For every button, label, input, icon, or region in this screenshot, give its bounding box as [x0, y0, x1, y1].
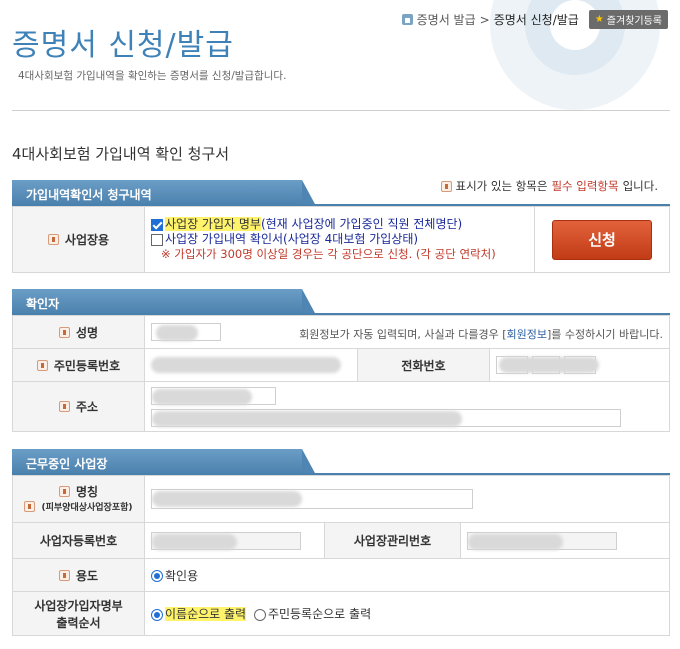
- biz-mgmt-input[interactable]: [467, 531, 617, 550]
- rrn-cell: [144, 348, 358, 382]
- zipcode-input[interactable]: [151, 386, 276, 405]
- confirmer-table: 성명 회원정보가 자동 입력되며, 사실과 다를경우 [회원정보]를 수정하시기…: [12, 315, 670, 432]
- name-cell: 회원정보가 자동 입력되며, 사실과 다를경우 [회원정보]를 수정하시기 바랍…: [144, 315, 670, 349]
- rrn-input[interactable]: [151, 356, 351, 374]
- divider: [12, 110, 670, 111]
- breadcrumb: 증명서 발급 > 증명서 신청/발급 ★ 즐겨찾기등록: [401, 10, 668, 29]
- breadcrumb-parent[interactable]: 증명서 발급: [417, 11, 476, 28]
- biz-reg-cell: [144, 522, 325, 559]
- order-cell: 이름순으로 출력 주민등록순으로 출력: [144, 591, 670, 636]
- row-label-name: 성명: [12, 315, 145, 349]
- required-icon: [58, 326, 70, 338]
- required-icon: [36, 359, 48, 371]
- biz-reg-input[interactable]: [151, 531, 301, 550]
- row-label-rrn: 주민등록번호: [12, 348, 145, 382]
- biz-reg-label: 사업자등록번호: [12, 522, 145, 559]
- order-rrn-radio[interactable]: [253, 608, 266, 621]
- workplace-table: 명칭 (피부양대상사업장포함) 사업자등록번호 사업장관리번호 용도 확인용 사…: [12, 475, 670, 636]
- rrn-label: 주민등록번호: [53, 358, 121, 373]
- address-input[interactable]: [151, 408, 621, 427]
- enrollment-confirm-checkbox[interactable]: [151, 233, 163, 246]
- row-label-business-use: 사업장용: [12, 206, 145, 273]
- required-icon: [24, 501, 36, 512]
- purpose-label: 용도: [75, 568, 99, 583]
- name-note-pre: 회원정보가 자동 입력되며, 사실과 다를경우 [: [299, 327, 507, 341]
- name-note: 회원정보가 자동 입력되며, 사실과 다를경우 [회원정보]를 수정하시기 바랍…: [299, 326, 663, 342]
- biz-name-cell: [144, 475, 670, 523]
- breadcrumb-separator: >: [479, 12, 490, 27]
- apply-button[interactable]: 신청: [552, 219, 652, 260]
- section-tab-confirmer: 확인자: [12, 289, 316, 315]
- purpose-option-label: 확인용: [165, 568, 199, 583]
- star-icon: ★: [594, 14, 604, 25]
- favorite-button[interactable]: ★ 즐겨찾기등록: [588, 10, 668, 29]
- phone-cell: [489, 348, 670, 382]
- enrollment-confirm-label: 사업장 가입내역 확인서(사업장 4대보험 가입상태): [165, 232, 419, 246]
- required-icon: [440, 180, 452, 192]
- order-label-line1: 사업장가입자명부: [34, 598, 123, 613]
- breadcrumb-current: 증명서 신청/발급: [493, 13, 579, 27]
- section-tab-workplace: 근무중인 사업장: [12, 449, 316, 475]
- page-title: 증명서 신청/발급: [12, 28, 234, 63]
- biz-name-label: 명칭: [75, 485, 99, 499]
- section-tab-request: 가입내역확인서 청구내역: [12, 180, 316, 206]
- required-note-post: 입니다.: [622, 179, 658, 193]
- required-icon: [58, 486, 70, 497]
- member-list-desc: (현재 사업장에 가입중인 직원 전체명단): [260, 217, 463, 231]
- row-label-address: 주소: [12, 381, 145, 432]
- page-subtitle: 4대사회보험 가입내역을 확인하는 증명서를 신청/발급합니다.: [18, 70, 287, 82]
- member-list-checkbox[interactable]: [151, 218, 163, 231]
- name-label: 성명: [75, 325, 99, 340]
- required-note-emph: 필수 입력항목: [551, 179, 619, 193]
- member-list-highlight: 사업장 가입자 명부: [165, 217, 261, 231]
- request-table: 사업장용 사업장 가입자 명부(현재 사업장에 가입중인 직원 전체명단) 사업…: [12, 206, 670, 273]
- home-icon[interactable]: [401, 14, 413, 25]
- address-label: 주소: [75, 400, 99, 414]
- required-note-pre: 표시가 있는 항목은: [455, 179, 548, 193]
- business-use-options: 사업장 가입자 명부(현재 사업장에 가입중인 직원 전체명단) 사업장 가입내…: [144, 206, 535, 273]
- order-name-label: 이름순으로 출력: [165, 607, 247, 621]
- required-note: 표시가 있는 항목은 필수 입력항목 입니다.: [440, 178, 658, 194]
- order-name-radio[interactable]: [151, 608, 163, 621]
- business-use-label: 사업장용: [64, 233, 110, 247]
- favorite-label: 즐겨찾기등록: [606, 16, 662, 27]
- order-rrn-label: 주민등록순으로 출력: [267, 607, 372, 621]
- order-label-line2: 출력순서: [56, 615, 101, 630]
- address-cell: [144, 381, 670, 432]
- phone-input-3[interactable]: [498, 356, 599, 374]
- apply-cell: 신청: [534, 206, 670, 273]
- row-label-purpose: 용도: [12, 558, 145, 592]
- biz-mgmt-cell: [460, 522, 670, 559]
- biz-mgmt-label: 사업장관리번호: [324, 522, 461, 559]
- row-label-biz-name: 명칭 (피부양대상사업장포함): [12, 475, 145, 523]
- required-icon: [58, 401, 70, 412]
- required-icon: [58, 569, 70, 581]
- biz-name-input[interactable]: [151, 489, 473, 509]
- biz-name-sublabel: (피부양대상사업장포함): [41, 503, 133, 513]
- purpose-cell: 확인용: [144, 558, 670, 592]
- form-title: 4대사회보험 가입내역 확인 청구서: [12, 145, 230, 163]
- phone-label: 전화번호: [357, 348, 490, 382]
- purpose-radio[interactable]: [151, 570, 163, 582]
- warning-text: ※ 가입자가 300명 이상일 경우는 각 공단으로 신청. (각 공단 연락처…: [161, 247, 496, 261]
- required-icon: [47, 234, 59, 245]
- row-label-order: 사업장가입자명부 출력순서: [12, 591, 145, 636]
- name-input[interactable]: [151, 322, 221, 341]
- member-info-link[interactable]: 회원정보: [507, 328, 547, 341]
- name-note-post: ]를 수정하시기 바랍니다.: [547, 327, 663, 341]
